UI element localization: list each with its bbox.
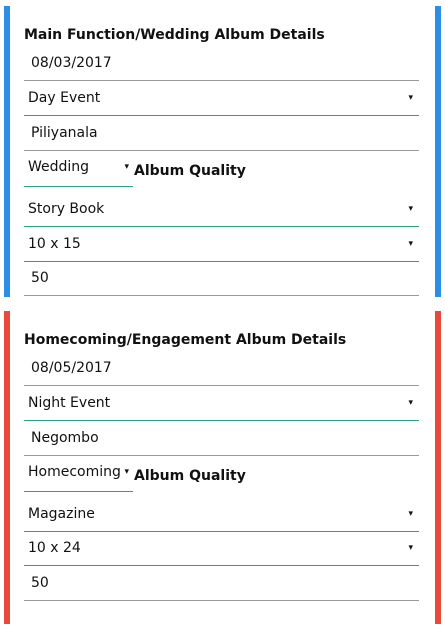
homecoming-album-style-value: Magazine <box>28 506 95 522</box>
wedding-event-time-select[interactable]: Day Event ▾ <box>24 82 419 116</box>
wedding-page-count-input[interactable]: 50 <box>24 262 419 296</box>
wedding-album-style-select[interactable]: Story Book ▾ <box>24 193 419 227</box>
chevron-down-icon: ▾ <box>408 239 413 249</box>
homecoming-page-count-input[interactable]: 50 <box>24 567 419 601</box>
wedding-date-input[interactable]: 08/03/2017 <box>24 47 419 81</box>
chevron-down-icon: ▾ <box>408 509 413 519</box>
wedding-function-type-select[interactable]: Wedding ▾ <box>24 153 133 187</box>
wedding-album-style-value: Story Book <box>28 201 105 217</box>
wedding-album-size-value: 10 x 15 <box>28 236 81 252</box>
homecoming-event-time-value: Night Event <box>28 395 111 411</box>
homecoming-function-type-select[interactable]: Homecoming ▾ <box>24 458 133 492</box>
homecoming-location-input[interactable]: Negombo <box>24 422 419 456</box>
homecoming-album-card: Homecoming/Engagement Album Details 08/0… <box>4 311 441 624</box>
homecoming-album-title: Homecoming/Engagement Album Details <box>24 332 347 348</box>
homecoming-function-type-value: Homecoming <box>28 464 121 480</box>
homecoming-event-time-select[interactable]: Night Event ▾ <box>24 387 419 421</box>
homecoming-album-size-value: 10 x 24 <box>28 540 81 556</box>
wedding-album-title: Main Function/Wedding Album Details <box>24 27 325 43</box>
wedding-album-card: Main Function/Wedding Album Details 08/0… <box>4 6 441 297</box>
wedding-album-size-select[interactable]: 10 x 15 ▾ <box>24 228 419 262</box>
homecoming-album-size-select[interactable]: 10 x 24 ▾ <box>24 532 419 566</box>
chevron-down-icon: ▾ <box>124 467 129 477</box>
chevron-down-icon: ▾ <box>408 204 413 214</box>
homecoming-date-input[interactable]: 08/05/2017 <box>24 352 419 386</box>
wedding-album-quality-label: Album Quality <box>134 163 246 179</box>
chevron-down-icon: ▾ <box>124 162 129 172</box>
wedding-function-type-value: Wedding <box>28 159 90 175</box>
chevron-down-icon: ▾ <box>408 543 413 553</box>
homecoming-album-quality-label: Album Quality <box>134 468 246 484</box>
wedding-event-time-value: Day Event <box>28 90 101 106</box>
wedding-location-input[interactable]: Piliyanala <box>24 117 419 151</box>
chevron-down-icon: ▾ <box>408 398 413 408</box>
homecoming-album-style-select[interactable]: Magazine ▾ <box>24 498 419 532</box>
chevron-down-icon: ▾ <box>408 93 413 103</box>
